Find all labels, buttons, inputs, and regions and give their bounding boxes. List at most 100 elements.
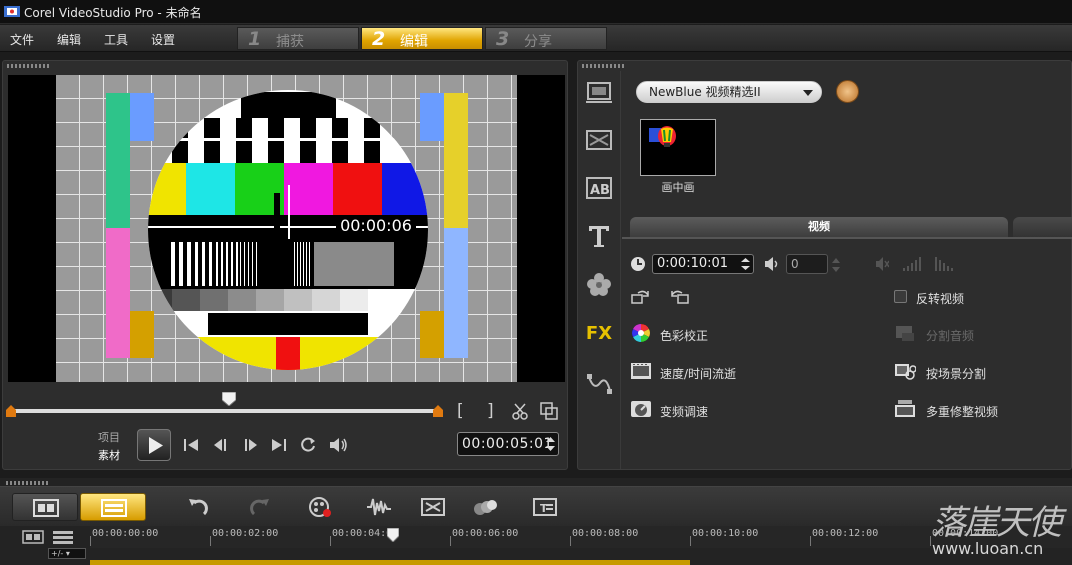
scissors-icon[interactable] <box>511 402 529 420</box>
ruler-tick <box>570 536 571 546</box>
ruler-label: 00:00:10:00 <box>692 528 759 539</box>
zoom-control[interactable]: +/- ▾ <box>48 548 86 559</box>
repeat-icon[interactable] <box>299 436 317 454</box>
timeline-toolbar: T <box>0 486 1072 526</box>
ruler-tick <box>90 536 91 546</box>
volume-field[interactable]: 0 <box>786 254 828 274</box>
go-to-start-icon[interactable] <box>183 437 199 453</box>
timecode-field[interactable]: 00:00:05:01 <box>457 432 559 456</box>
preview-screen[interactable]: 00:00:06 <box>8 75 565 382</box>
panel-grip[interactable] <box>7 64 51 68</box>
step-tab-share[interactable]: 3 分享 <box>485 27 607 50</box>
window-title: Corel VideoStudio Pro - 未命名 <box>24 6 202 20</box>
enlarge-preview-icon[interactable] <box>540 402 558 420</box>
speed-time-lapse-icon[interactable] <box>630 361 652 381</box>
text-t-icon[interactable] <box>584 223 614 249</box>
ruler-label: 00:00:06:00 <box>452 528 519 539</box>
panel-grip[interactable] <box>582 64 626 68</box>
duration-value: 0:00:10:01 <box>657 256 729 271</box>
split-by-scene-button[interactable]: 按场景分割 <box>926 365 986 382</box>
mark-out-button[interactable]: ] <box>487 401 494 421</box>
subtitle-editor-icon[interactable]: T <box>532 495 558 519</box>
menu-edit[interactable]: 编辑 <box>57 31 81 48</box>
library-filter-dropdown[interactable]: NewBlue 视频精选II <box>636 81 822 103</box>
sound-mixer-icon[interactable] <box>366 495 392 519</box>
filmstrip-reel-icon[interactable] <box>836 80 859 103</box>
variable-speed-icon[interactable] <box>630 399 652 419</box>
title-ab-icon[interactable]: AB <box>584 175 614 201</box>
test-card-image <box>56 75 517 382</box>
record-capture-icon[interactable] <box>308 495 334 519</box>
ruler-label: 00:00:00:00 <box>92 528 159 539</box>
menu-settings[interactable]: 设置 <box>151 31 175 48</box>
step-number: 1 <box>248 28 262 50</box>
timeline-view-button[interactable] <box>80 493 146 521</box>
reverse-video-checkbox[interactable] <box>894 290 907 303</box>
rotate-left-icon[interactable] <box>630 289 652 305</box>
previous-frame-icon[interactable] <box>212 437 230 453</box>
step-label: 分享 <box>524 34 552 50</box>
trim-out-handle[interactable] <box>433 405 443 417</box>
show-all-tracks-icon[interactable] <box>22 529 44 545</box>
app-window: Corel VideoStudio Pro - 未命名 文件 编辑 工具 设置 … <box>0 0 1072 565</box>
thumbnail-label: 画中画 <box>661 181 695 194</box>
step-tab-edit[interactable]: 2 编辑 <box>361 27 483 50</box>
dropdown-value: NewBlue 视频精选II <box>649 85 761 99</box>
duration-field[interactable]: 0:00:10:01 <box>652 254 754 274</box>
speaker-icon <box>765 257 778 271</box>
title-bar: Corel VideoStudio Pro - 未命名 <box>0 0 1072 24</box>
speed-time-lapse-button[interactable]: 速度/时间流逝 <box>660 365 736 382</box>
mode-clip-label[interactable]: 素材 <box>98 447 120 463</box>
library-thumbnail[interactable] <box>640 119 716 176</box>
path-icon[interactable] <box>584 371 614 397</box>
duration-spinner-icon[interactable] <box>741 257 750 271</box>
library-panel: AB FX NewBlue 视频精选II 画中画 视频 0:00:10:01 0… <box>577 60 1072 470</box>
split-by-scene-icon[interactable] <box>894 361 916 381</box>
mark-in-button[interactable]: [ <box>457 401 464 421</box>
tab-video[interactable]: 视频 <box>630 217 1008 237</box>
trim-in-handle[interactable] <box>6 405 16 417</box>
video-track-clip[interactable] <box>90 560 690 565</box>
panel-grip[interactable] <box>6 481 50 485</box>
step-tab-capture[interactable]: 1 捕获 <box>237 27 359 50</box>
multi-trim-icon[interactable] <box>894 399 916 419</box>
storyboard-view-button[interactable] <box>12 493 78 521</box>
ruler-tick <box>450 536 451 546</box>
transition-icon[interactable] <box>584 127 614 153</box>
volume-icon[interactable] <box>328 436 348 454</box>
timeline-view-icon <box>101 499 127 517</box>
timecode-spinner-icon[interactable] <box>546 436 555 452</box>
mode-project-label[interactable]: 项目 <box>98 429 120 445</box>
menu-tools[interactable]: 工具 <box>104 31 128 48</box>
tab-attribute[interactable] <box>1013 217 1072 237</box>
rotate-right-icon[interactable] <box>668 289 690 305</box>
play-icon <box>149 437 163 454</box>
auto-music-icon[interactable] <box>420 495 446 519</box>
redo-icon[interactable] <box>246 495 272 519</box>
watermark-url: www.luoan.cn <box>932 539 1044 558</box>
color-correction-button[interactable]: 色彩校正 <box>660 327 708 344</box>
volume-spinner-icon[interactable] <box>831 256 841 274</box>
scrub-thumb[interactable] <box>222 392 237 406</box>
undo-icon[interactable] <box>186 495 212 519</box>
media-icon[interactable] <box>584 79 614 105</box>
variable-speed-button[interactable]: 变频调速 <box>660 403 708 420</box>
fx-icon[interactable]: FX <box>584 321 614 347</box>
go-to-end-icon[interactable] <box>271 437 287 453</box>
track-manager-icon[interactable] <box>52 529 74 545</box>
ruler-label: 00:00:08:00 <box>572 528 639 539</box>
watermark-logo: 落崖天使 <box>932 503 1062 543</box>
graphic-flower-icon[interactable] <box>584 271 614 297</box>
multi-trim-button[interactable]: 多重修整视频 <box>926 403 998 420</box>
next-frame-icon[interactable] <box>241 437 259 453</box>
motion-tracking-icon[interactable] <box>472 495 498 519</box>
play-button[interactable] <box>137 429 171 461</box>
playhead-marker[interactable] <box>387 528 399 542</box>
split-audio-button[interactable]: 分割音频 <box>926 327 974 344</box>
menu-bar: 文件 编辑 工具 设置 1 捕获 2 编辑 3 分享 <box>0 25 1072 52</box>
ruler-label: 00:00:12:00 <box>812 528 879 539</box>
scrub-bar[interactable] <box>12 409 438 413</box>
ruler-tick <box>210 536 211 546</box>
color-wheel-icon[interactable] <box>630 323 652 343</box>
menu-file[interactable]: 文件 <box>10 31 34 48</box>
